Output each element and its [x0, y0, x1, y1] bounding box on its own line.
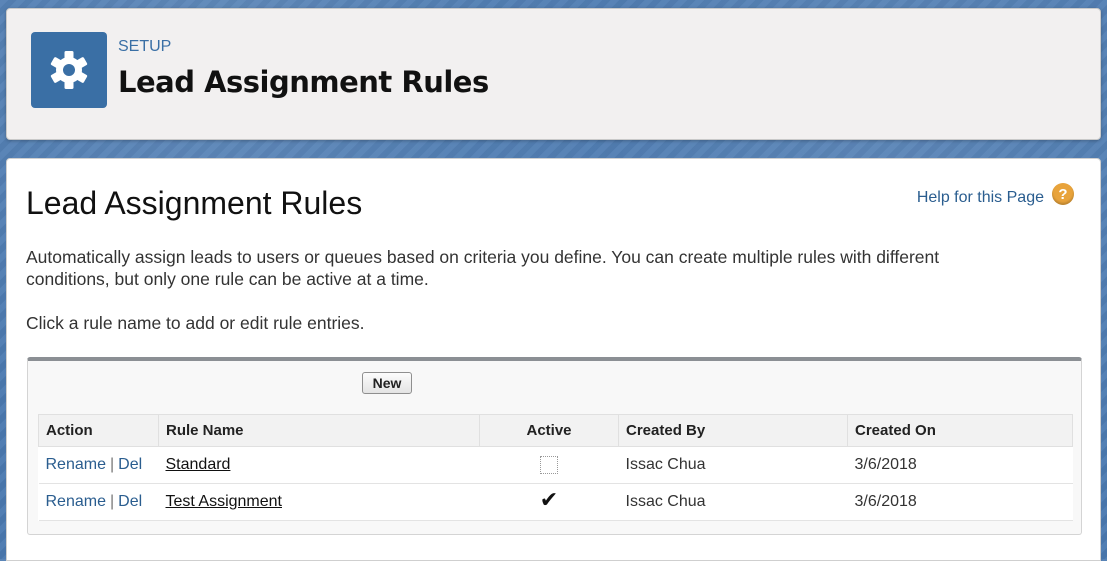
help-link[interactable]: Help for this Page	[917, 189, 1044, 207]
new-rule-button[interactable]: New	[362, 372, 412, 394]
action-separator: |	[109, 456, 115, 473]
created-on-cell: 3/6/2018	[847, 483, 1073, 521]
table-row: Rename | Del Test Assignment ✔ Issac Chua …	[38, 483, 1073, 521]
rule-name-link[interactable]: Test Assignment	[166, 493, 283, 510]
rename-link[interactable]: Rename	[46, 456, 106, 473]
main-content: Lead Assignment Rules Help for this Page…	[6, 158, 1101, 561]
page-title: Lead Assignment Rules	[26, 185, 363, 221]
help-icon[interactable]: ?	[1052, 183, 1074, 205]
column-header-created-by: Created By	[618, 414, 848, 447]
column-header-active: Active	[479, 414, 619, 447]
created-on-cell: 3/6/2018	[847, 446, 1073, 484]
created-by-cell: Issac Chua	[618, 446, 848, 484]
delete-link[interactable]: Del	[118, 456, 142, 473]
gear-icon	[31, 32, 107, 108]
column-header-rule-name: Rule Name	[158, 414, 480, 447]
page-instructions: Click a rule name to add or edit rule en…	[26, 313, 365, 333]
action-cell: Rename | Del	[38, 483, 159, 521]
rules-panel: New Action Rule Name Active Created By C…	[27, 357, 1082, 535]
created-by-cell: Issac Chua	[618, 483, 848, 521]
active-checkbox-unchecked	[540, 455, 558, 474]
rule-name-cell: Test Assignment	[158, 483, 480, 521]
rules-table: Action Rule Name Active Created By Creat…	[38, 414, 1073, 521]
delete-link[interactable]: Del	[118, 493, 142, 510]
table-row: Rename | Del Standard Issac Chua 3/6/2018	[38, 446, 1073, 484]
rename-link[interactable]: Rename	[46, 493, 106, 510]
page-description: Automatically assign leads to users or q…	[26, 247, 940, 289]
action-separator: |	[109, 493, 115, 510]
column-header-action: Action	[38, 414, 159, 447]
page-header: SETUP Lead Assignment Rules	[6, 8, 1101, 140]
active-cell: ✔	[479, 483, 619, 521]
active-checkmark-icon: ✔	[539, 487, 559, 512]
rule-name-link[interactable]: Standard	[166, 456, 231, 473]
column-header-created-on: Created On	[847, 414, 1073, 447]
action-cell: Rename | Del	[38, 446, 159, 484]
setup-label: SETUP	[118, 38, 172, 55]
rule-name-cell: Standard	[158, 446, 480, 484]
active-cell	[479, 446, 619, 484]
table-header-row: Action Rule Name Active Created By Creat…	[38, 414, 1073, 447]
header-title: Lead Assignment Rules	[118, 65, 489, 99]
